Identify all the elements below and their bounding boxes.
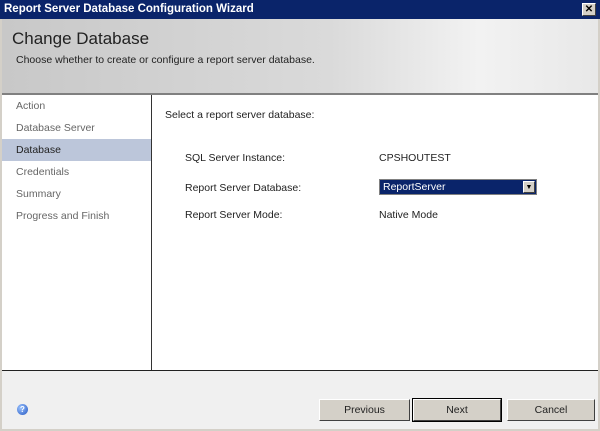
- step-action[interactable]: Action: [2, 95, 151, 117]
- sql-instance-value: CPSHOUTEST: [379, 152, 451, 164]
- step-progress-and-finish[interactable]: Progress and Finish: [2, 205, 151, 227]
- database-select-value: ReportServer: [383, 181, 446, 193]
- wizard-header: Change Database Choose whether to create…: [2, 19, 598, 95]
- database-select[interactable]: ReportServer ▼: [379, 179, 537, 195]
- database-label: Report Server Database:: [185, 182, 302, 194]
- mode-value: Native Mode: [379, 209, 438, 221]
- step-credentials[interactable]: Credentials: [2, 161, 151, 183]
- mode-label: Report Server Mode:: [185, 209, 283, 221]
- close-icon[interactable]: ✕: [582, 3, 596, 16]
- window-title: Report Server Database Configuration Wiz…: [4, 3, 254, 15]
- previous-button[interactable]: Previous: [319, 399, 410, 421]
- step-summary[interactable]: Summary: [2, 183, 151, 205]
- step-database[interactable]: Database: [2, 139, 151, 161]
- cancel-button[interactable]: Cancel: [507, 399, 595, 421]
- next-button[interactable]: Next: [412, 398, 502, 422]
- page-subtitle: Choose whether to create or configure a …: [16, 54, 315, 66]
- title-bar: Report Server Database Configuration Wiz…: [0, 0, 600, 19]
- sql-instance-label: SQL Server Instance:: [185, 152, 285, 164]
- prompt-text: Select a report server database:: [165, 109, 315, 121]
- help-icon[interactable]: ?: [17, 404, 28, 415]
- main-panel: Select a report server database: SQL Ser…: [152, 95, 598, 370]
- page-title: Change Database: [12, 29, 150, 48]
- chevron-down-icon[interactable]: ▼: [523, 181, 535, 193]
- footer: ? Previous Next Cancel: [2, 371, 598, 429]
- step-database-server[interactable]: Database Server: [2, 117, 151, 139]
- wizard-steps: Action Database Server Database Credenti…: [2, 95, 152, 370]
